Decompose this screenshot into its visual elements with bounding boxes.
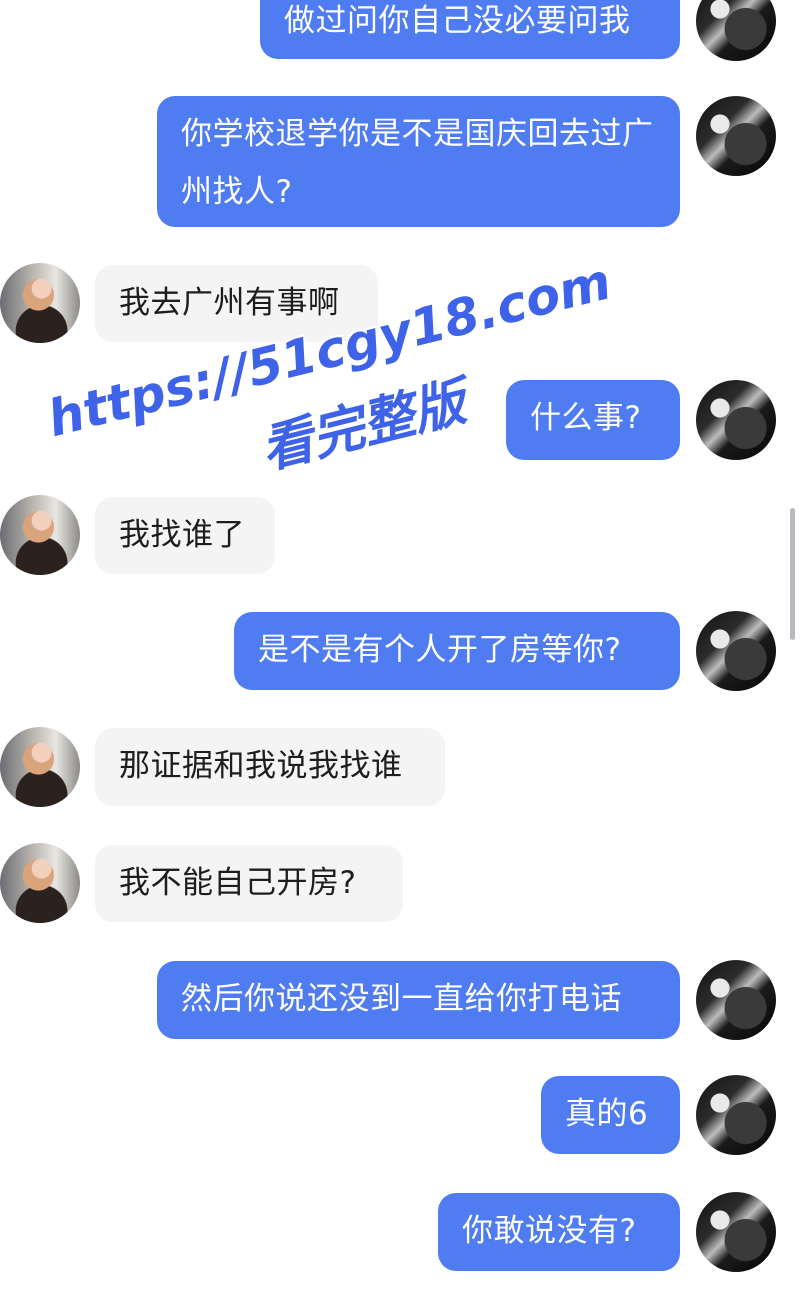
message-bubble-outgoing[interactable]: 是不是有个人开了房等你? xyxy=(234,612,680,690)
message-bubble-incoming[interactable]: 我找谁了 xyxy=(95,497,275,574)
message-bubble-outgoing[interactable]: 什么事? xyxy=(506,380,680,460)
message-bubble-incoming[interactable]: 我不能自己开房? xyxy=(95,845,403,922)
message-bubble-outgoing[interactable]: 你敢说没有? xyxy=(438,1193,680,1271)
my-avatar[interactable] xyxy=(696,960,776,1040)
contact-avatar[interactable] xyxy=(0,843,80,923)
message-bubble-incoming[interactable]: 那证据和我说我找谁 xyxy=(95,728,445,806)
my-avatar[interactable] xyxy=(696,1075,776,1155)
my-avatar[interactable] xyxy=(696,611,776,691)
my-avatar[interactable] xyxy=(696,0,776,61)
message-bubble-outgoing[interactable]: 然后你说还没到一直给你打电话 xyxy=(157,961,680,1039)
contact-avatar[interactable] xyxy=(0,727,80,807)
scrollbar[interactable] xyxy=(790,508,795,640)
message-bubble-outgoing[interactable]: 做过问你自己没必要问我 xyxy=(260,0,680,59)
message-bubble-outgoing[interactable]: 真的6 xyxy=(541,1076,680,1154)
contact-avatar[interactable] xyxy=(0,263,80,343)
chat-window: 做过问你自己没必要问我 你学校退学你是不是国庆回去过广州找人? 我去广州有事啊 … xyxy=(0,0,800,1295)
contact-avatar[interactable] xyxy=(0,495,80,575)
my-avatar[interactable] xyxy=(696,96,776,176)
watermark-subtitle: 看完整版 xyxy=(255,372,472,481)
message-bubble-incoming[interactable]: 我去广州有事啊 xyxy=(95,265,378,342)
my-avatar[interactable] xyxy=(696,380,776,460)
my-avatar[interactable] xyxy=(696,1192,776,1272)
message-bubble-outgoing[interactable]: 你学校退学你是不是国庆回去过广州找人? xyxy=(157,96,680,227)
